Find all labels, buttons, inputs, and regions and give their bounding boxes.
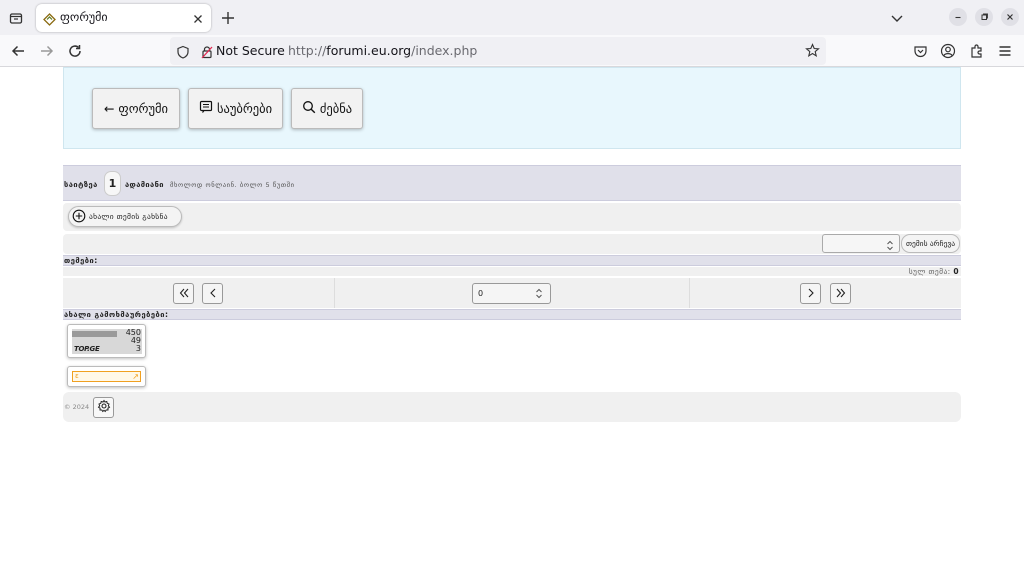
counter-values: 450 49 3 xyxy=(125,328,141,353)
double-chevron-right-icon xyxy=(835,284,847,303)
online-count-badge: 1 xyxy=(104,171,121,196)
search-icon xyxy=(302,100,316,117)
online-users-row: საიტზეა 1 ადამიანი მხოლოდ ონლაინ. ბოლო 5… xyxy=(63,165,961,201)
tracking-shield-icon[interactable] xyxy=(176,44,190,63)
counter-banner: ε ↗ xyxy=(72,371,141,382)
topge-logo: TOP.GE xyxy=(74,345,100,353)
pagination: 0 xyxy=(63,278,961,308)
page-number-value: 0 xyxy=(478,289,484,298)
arrow-up-right-icon: ↗ xyxy=(132,372,139,381)
url-text[interactable]: http://forumi.eu.org/index.php xyxy=(288,43,477,58)
topic-select[interactable] xyxy=(822,234,900,253)
messages-label: საუბრები xyxy=(216,101,273,116)
pocket-icon[interactable] xyxy=(911,42,929,60)
not-secure-label: Not Secure xyxy=(216,43,285,58)
browser-nav-bar: Not Secure http://forumi.eu.org/index.ph… xyxy=(0,35,1024,67)
menu-hamburger-icon[interactable] xyxy=(996,42,1014,60)
new-tab-icon[interactable] xyxy=(219,9,237,27)
browser-tab-active[interactable]: ფორუმი xyxy=(36,4,211,32)
reload-icon[interactable] xyxy=(65,41,85,61)
first-page-button[interactable] xyxy=(173,283,194,304)
extensions-icon[interactable] xyxy=(968,42,986,60)
minimize-icon[interactable] xyxy=(949,8,967,26)
updown-arrows-icon xyxy=(535,287,543,307)
page-number-input[interactable]: 0 xyxy=(472,283,551,304)
topge-counter-badge[interactable]: 450 49 3 TOP.GE xyxy=(67,324,146,358)
select-topic-button[interactable]: თემის არჩევა xyxy=(901,234,960,253)
account-icon[interactable] xyxy=(939,42,957,60)
online-label: საიტზეა xyxy=(64,180,98,189)
banner-e-icon: ε xyxy=(75,372,79,380)
close-window-icon[interactable] xyxy=(1001,8,1019,26)
url-bar[interactable]: Not Secure http://forumi.eu.org/index.ph… xyxy=(170,37,826,65)
plus-circle-icon xyxy=(72,209,86,225)
online-note: მხოლოდ ონლაინ. ბოლო 5 წუთში xyxy=(170,181,295,189)
search-label: ძებნა xyxy=(319,101,353,116)
new-comments-header: ახალი გამოხმაურებები: xyxy=(63,309,961,320)
new-topic-button[interactable]: ახალი თემის გახსნა xyxy=(68,206,182,227)
forum-favicon-icon xyxy=(43,11,56,30)
double-chevron-left-icon xyxy=(178,284,190,303)
copyright: © 2024 xyxy=(64,403,90,411)
last-page-button[interactable] xyxy=(830,283,851,304)
browser-tab-bar: ფორუმი xyxy=(0,0,1024,35)
footer: © 2024 xyxy=(63,392,961,422)
topics-header: თემები: xyxy=(63,255,961,266)
updown-arrows-icon xyxy=(886,237,894,256)
back-to-forum-label: ← ფორუმი xyxy=(103,101,169,116)
people-label: ადამიანი xyxy=(125,180,164,189)
tab-list-icon[interactable] xyxy=(6,8,26,28)
gear-icon xyxy=(97,398,111,417)
settings-button[interactable] xyxy=(93,397,114,418)
forward-arrow-icon[interactable] xyxy=(37,41,57,61)
chevron-right-icon xyxy=(805,284,817,303)
messages-button[interactable]: საუბრები xyxy=(188,88,283,129)
restore-icon[interactable] xyxy=(975,8,993,26)
topic-select-row: თემის არჩევა xyxy=(63,234,961,254)
back-to-forum-button[interactable]: ← ფორუმი xyxy=(92,88,180,129)
new-topic-label: ახალი თემის გახსნა xyxy=(89,212,168,221)
back-arrow-icon[interactable] xyxy=(8,41,28,61)
chevron-left-icon xyxy=(207,284,219,303)
forum-header: ← ფორუმი საუბრები ძებნა xyxy=(63,67,961,149)
prev-page-button[interactable] xyxy=(202,283,223,304)
counter-graphic: 450 49 3 TOP.GE xyxy=(72,329,142,354)
topics-total: სულ თემა: 0 xyxy=(908,267,959,276)
topics-total-row: სულ თემა: 0 xyxy=(63,267,961,276)
insecure-lock-icon[interactable] xyxy=(200,44,214,63)
message-icon xyxy=(199,100,213,117)
close-tab-icon[interactable] xyxy=(191,11,205,25)
counter-banner-link[interactable]: ε ↗ xyxy=(67,366,146,387)
chevron-down-icon[interactable] xyxy=(888,9,906,27)
tab-title: ფორუმი xyxy=(60,10,108,24)
search-button[interactable]: ძებნა xyxy=(291,88,363,129)
new-topic-row: ახალი თემის გახსნა xyxy=(63,203,961,231)
next-page-button[interactable] xyxy=(800,283,821,304)
bookmark-star-icon[interactable] xyxy=(805,43,820,62)
